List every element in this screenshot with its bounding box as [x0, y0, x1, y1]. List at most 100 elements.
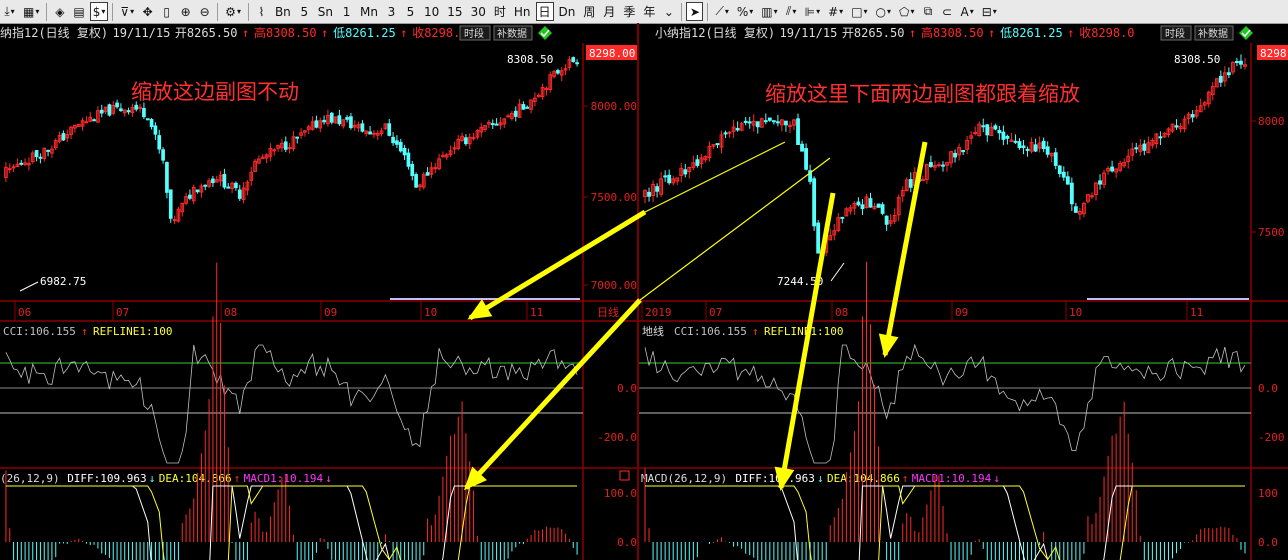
- y-tick-label: 7000.00: [591, 279, 637, 292]
- candle-down: [402, 147, 407, 156]
- low-price-pointer: [19, 281, 39, 292]
- candle-down: [464, 137, 468, 145]
- macd1-value: MACD1:10.194: [244, 472, 324, 485]
- document-icon[interactable]: ▤: [70, 2, 87, 21]
- toolbar-separator: [46, 2, 48, 21]
- period-label: 15: [447, 4, 463, 19]
- period-button-mn[interactable]: Mn: [357, 2, 381, 21]
- grid-icon: ▦: [23, 4, 35, 19]
- candle-down: [490, 123, 495, 126]
- header-high-arrow: ↑: [321, 26, 328, 40]
- column-icon[interactable]: ▯: [158, 2, 175, 21]
- chevron-down-icon: ▾: [773, 7, 778, 16]
- candle-down: [283, 141, 288, 150]
- candle-down: [916, 170, 921, 182]
- cci-value: CCI:106.155: [674, 325, 747, 338]
- ruler-icon[interactable]: ▥ ▾: [758, 2, 780, 21]
- cursor-icon[interactable]: ➤: [686, 2, 704, 21]
- link-icon[interactable]: ⊂: [939, 2, 956, 21]
- period-label: Sn: [317, 4, 334, 19]
- download-icon: ⤓: [4, 4, 10, 18]
- candle-down: [1073, 206, 1078, 213]
- zoom-out-icon[interactable]: ⊖: [196, 2, 213, 21]
- candle-down: [525, 106, 530, 109]
- period-button-season[interactable]: 季: [620, 2, 638, 21]
- candle-down: [1098, 180, 1102, 185]
- status-diamond-icon[interactable]: [1239, 26, 1253, 40]
- period-button-sn[interactable]: Sn: [315, 2, 336, 21]
- chevron-down-icon: ▾: [910, 7, 915, 16]
- period-button-hn[interactable]: Hn: [511, 2, 534, 21]
- period-button-period-30[interactable]: 30: [468, 2, 489, 21]
- header-high-arrow: ↑: [988, 26, 995, 40]
- zoom-in-icon: ⊕: [180, 4, 191, 19]
- macd-settings-icon[interactable]: [619, 470, 630, 481]
- period-button-hour[interactable]: 时: [491, 2, 509, 21]
- line-chart-icon: ⌇: [258, 4, 265, 19]
- period-button-year[interactable]: 年: [640, 2, 658, 21]
- dea-value: DEA:104.866: [827, 472, 900, 485]
- macd-params: (26,12,9): [0, 472, 60, 485]
- candle-down: [149, 119, 154, 127]
- line-chart-icon[interactable]: ⌇: [253, 2, 270, 21]
- period-button-dn[interactable]: Dn: [556, 2, 579, 21]
- period-button-period-15[interactable]: 15: [444, 2, 465, 21]
- gear-icon[interactable]: ⚙ ▾: [222, 2, 244, 21]
- download-icon[interactable]: ⤓ ▾: [1, 2, 18, 21]
- toolbar-separator: [681, 2, 683, 21]
- diamond-icon[interactable]: ◈: [51, 2, 68, 21]
- fan-icon[interactable]: ⫽ ▾: [783, 2, 800, 21]
- chevron-down-icon: ▾: [10, 7, 15, 16]
- period-button-period-10[interactable]: 10: [421, 2, 442, 21]
- circle-icon[interactable]: ○ ▾: [873, 2, 895, 21]
- candle-down: [195, 189, 200, 193]
- draw-line-icon[interactable]: ⟋ ▾: [712, 2, 731, 21]
- circle-icon: ○: [875, 4, 887, 19]
- move-icon[interactable]: ✥: [139, 2, 156, 21]
- period-label: 30: [470, 4, 486, 19]
- text-icon[interactable]: A ▾: [958, 2, 977, 21]
- candle-down: [997, 130, 1002, 134]
- hash-icon[interactable]: # ▾: [825, 2, 846, 21]
- rectangle-icon[interactable]: □ ▾: [848, 2, 870, 21]
- period-button-period-3[interactable]: 3: [383, 2, 400, 21]
- polygon-icon[interactable]: ⬠ ▾: [896, 2, 917, 21]
- percent-icon[interactable]: % ▾: [734, 2, 756, 21]
- header-low-arrow: ↑: [400, 26, 407, 40]
- period-button-month[interactable]: 月: [600, 2, 618, 21]
- period-button-day[interactable]: 日: [535, 2, 554, 21]
- period-button-period-5[interactable]: 5: [296, 2, 313, 21]
- dollar-icon: $: [92, 4, 101, 19]
- header-open-arrow: ↑: [242, 26, 249, 40]
- save-icon[interactable]: ⊟ ▾: [979, 2, 1000, 21]
- filter-icon[interactable]: ⊽ ▾: [117, 2, 137, 21]
- copy-icon[interactable]: ⧉: [920, 2, 937, 21]
- candle-down: [856, 201, 861, 206]
- dollar-icon[interactable]: $ ▾: [89, 2, 109, 21]
- zoom-in-icon[interactable]: ⊕: [177, 2, 194, 21]
- period-button-period-1[interactable]: 1: [338, 2, 355, 21]
- chart-panel-left[interactable]: 纳指12(日线 复权) 19/11/15 开8265.50 ↑ 高8308.50 ↑ 低82…: [0, 23, 637, 560]
- candle-down: [61, 133, 66, 141]
- status-diamond-icon[interactable]: [538, 26, 552, 40]
- period-button-week[interactable]: 周: [580, 2, 598, 21]
- header-open: 开8265.50: [175, 26, 238, 40]
- period-label: 日: [538, 5, 551, 19]
- x-axis-label: 09: [955, 306, 968, 319]
- period-label: 1: [342, 4, 351, 19]
- period-button-bn[interactable]: Bn: [272, 2, 294, 21]
- toolbar-separator: [247, 2, 249, 21]
- header-low: 低8261.25: [333, 26, 396, 40]
- levels-icon[interactable]: ⊫ ▾: [802, 2, 823, 21]
- percent-icon: %: [736, 4, 749, 19]
- chevron-down-icon: ▾: [969, 7, 974, 16]
- candle-down: [165, 162, 169, 193]
- candle-down: [683, 169, 688, 175]
- dea-arrow: ↑: [234, 472, 241, 485]
- candle-down: [884, 215, 889, 225]
- candle-up: [471, 137, 476, 140]
- period-button-more-caret[interactable]: ⌄: [660, 2, 677, 21]
- candle-down: [985, 124, 990, 136]
- grid-icon[interactable]: ▦ ▾: [20, 2, 42, 21]
- period-button-period-5b[interactable]: 5: [402, 2, 419, 21]
